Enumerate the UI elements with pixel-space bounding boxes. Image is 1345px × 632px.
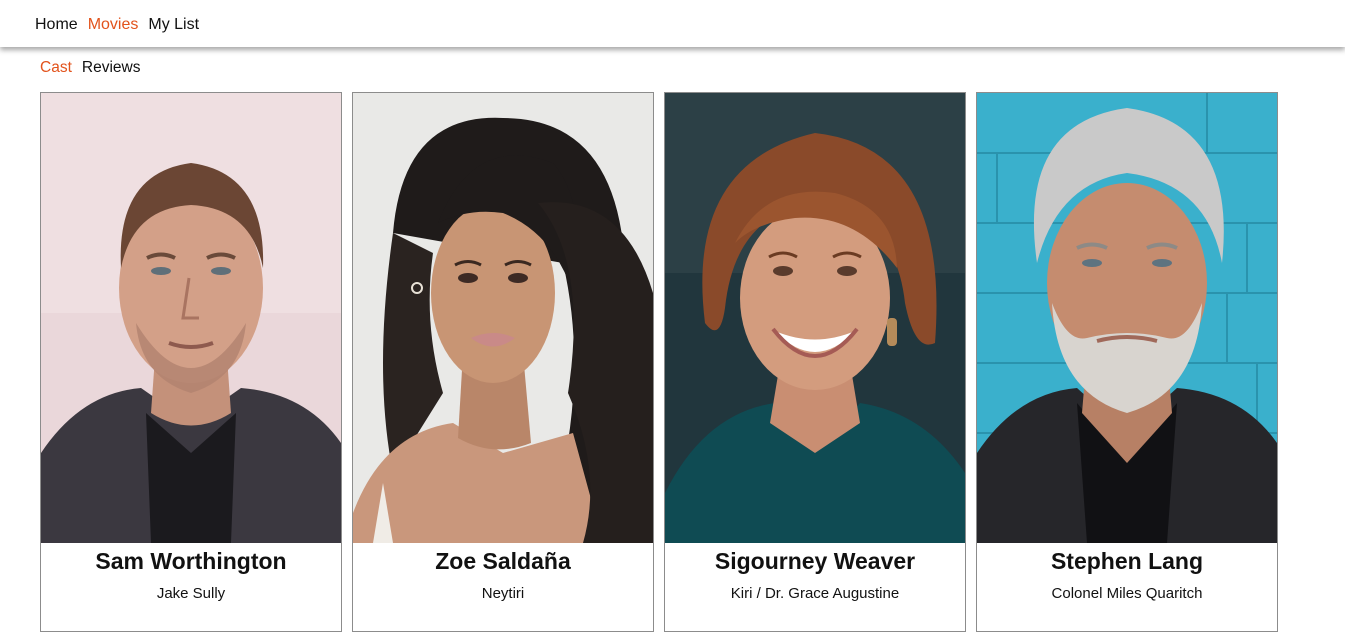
movie-subnav: Cast Reviews xyxy=(40,58,140,78)
nav-home-link[interactable]: Home xyxy=(35,15,78,35)
character-name: Colonel Miles Quaritch xyxy=(1051,585,1203,602)
top-nav-bar: Home Movies My List xyxy=(0,0,1345,47)
character-name: Kiri / Dr. Grace Augustine xyxy=(730,585,900,602)
actor-photo xyxy=(353,93,653,543)
actor-photo xyxy=(977,93,1277,543)
actor-name: Sam Worthington xyxy=(95,548,287,574)
cast-grid: Sam Worthington Jake Sully Zoe Saldaña N… xyxy=(40,92,1280,632)
cast-card[interactable]: Zoe Saldaña Neytiri xyxy=(352,92,654,632)
main-nav: Home Movies My List xyxy=(35,15,199,35)
nav-my-list-link[interactable]: My List xyxy=(148,15,199,35)
actor-photo xyxy=(665,93,965,543)
actor-photo xyxy=(41,93,341,543)
actor-name: Stephen Lang xyxy=(1050,548,1204,574)
tab-reviews[interactable]: Reviews xyxy=(82,58,141,78)
cast-card[interactable]: Sigourney Weaver Kiri / Dr. Grace August… xyxy=(664,92,966,632)
cast-card[interactable]: Sam Worthington Jake Sully xyxy=(40,92,342,632)
actor-name: Sigourney Weaver xyxy=(714,548,916,574)
nav-movies-link[interactable]: Movies xyxy=(88,15,139,35)
cast-card[interactable]: Stephen Lang Colonel Miles Quaritch xyxy=(976,92,1278,632)
character-name: Jake Sully xyxy=(156,585,226,602)
actor-name: Zoe Saldaña xyxy=(435,548,571,574)
tab-cast[interactable]: Cast xyxy=(40,58,72,78)
character-name: Neytiri xyxy=(481,585,525,602)
